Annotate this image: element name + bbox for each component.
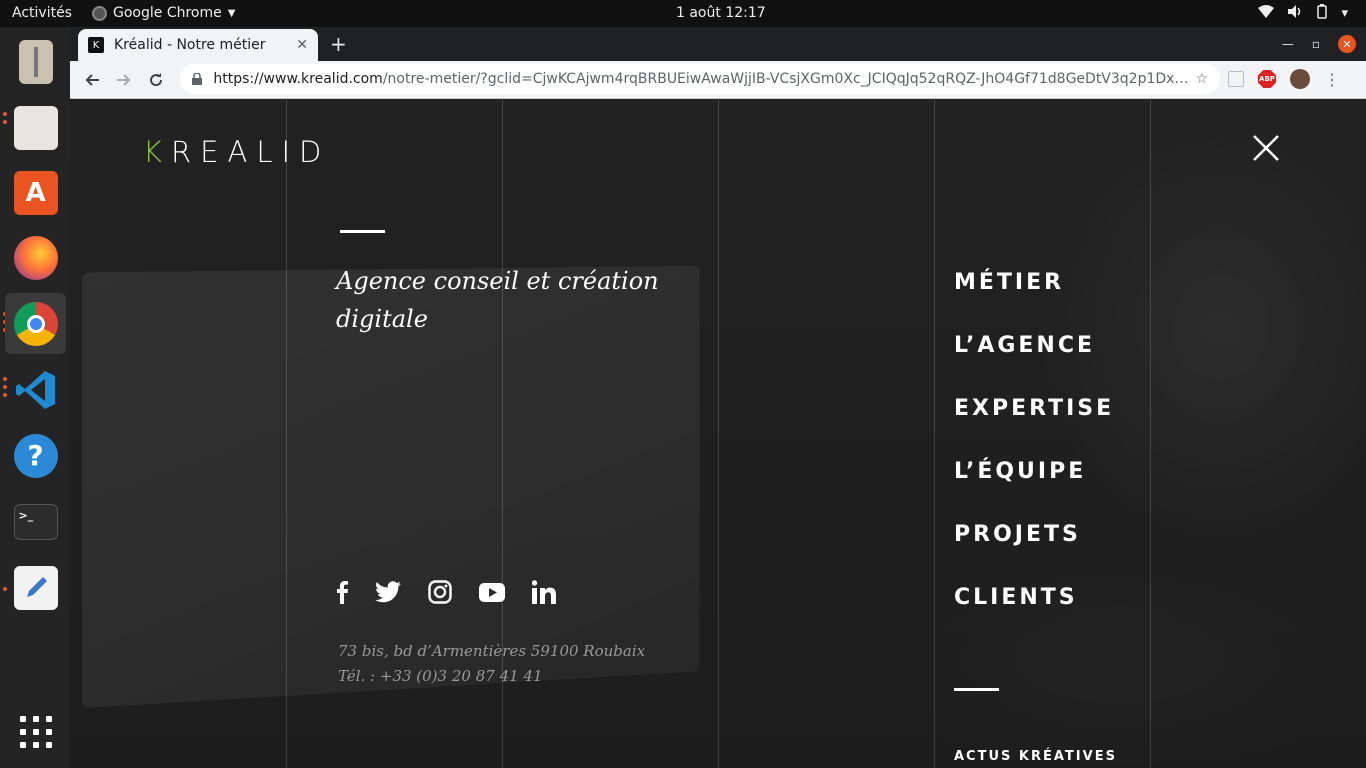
social-links	[336, 579, 556, 605]
folder-icon	[13, 105, 58, 150]
help-icon: ?	[13, 433, 58, 478]
dock: A ? >_	[0, 27, 70, 768]
bookmark-star-icon[interactable]: ☆	[1195, 71, 1208, 87]
caret-down-icon: ▼	[227, 7, 236, 19]
grid-line	[718, 99, 719, 768]
chrome-icon	[13, 301, 58, 346]
browser-toolbar: https://www.krealid.com /notre-metier/?g…	[70, 61, 1366, 99]
app-menu-label: Google Chrome	[113, 5, 222, 21]
forward-button[interactable]	[112, 68, 136, 92]
software-bag-icon: A	[13, 170, 58, 215]
dock-archive-manager[interactable]	[5, 31, 66, 92]
vscode-icon	[14, 368, 58, 412]
dock-text-editor[interactable]	[5, 557, 66, 618]
tab-title: Kréalid - Notre métier	[114, 37, 266, 53]
extension-icon[interactable]	[1228, 71, 1244, 87]
logo-accent: K	[143, 135, 172, 169]
chrome-window: K Kréalid - Notre métier ✕ + — ▫ ✕ https…	[70, 27, 1366, 99]
dock-firefox[interactable]	[5, 227, 66, 288]
dock-terminal[interactable]: >_	[5, 491, 66, 552]
grid-line	[286, 99, 287, 768]
contact-address: 73 bis, bd d’Armentières 59100 Roubaix T…	[338, 639, 645, 689]
minimize-button[interactable]: —	[1282, 37, 1294, 51]
krealid-favicon-icon: K	[88, 37, 104, 53]
archive-icon	[18, 39, 53, 84]
gnome-top-bar: Activités Google Chrome ▼ 1 août 12:17 ▾	[0, 0, 1366, 27]
new-tab-button[interactable]: +	[330, 32, 347, 56]
main-menu: MÉTIER L’AGENCE EXPERTISE L’ÉQUIPE PROJE…	[954, 267, 1114, 645]
address-bar[interactable]: https://www.krealid.com /notre-metier/?g…	[180, 64, 1220, 94]
url-path: /notre-metier/?gclid=CjwKCAjwm4rqBRBUEiw…	[382, 71, 1196, 87]
phone-line: Tél. : +33 (0)3 20 87 41 41	[338, 667, 543, 685]
firefox-icon	[13, 235, 58, 280]
menu-item-equipe[interactable]: L’ÉQUIPE	[954, 456, 1114, 519]
grid-line	[1150, 99, 1151, 768]
extensions-area: ABP ⋮	[1228, 69, 1340, 89]
battery-icon	[1317, 4, 1328, 23]
clock[interactable]: 1 août 12:17	[676, 5, 766, 21]
maximize-button[interactable]: ▫	[1312, 37, 1320, 51]
url-host: https://www.krealid.com	[213, 71, 383, 87]
activities-button[interactable]: Activités	[12, 5, 72, 21]
tab-strip: K Kréalid - Notre métier ✕ + — ▫ ✕	[70, 27, 1366, 61]
grid-icon	[19, 715, 52, 752]
dock-files[interactable]	[5, 97, 66, 158]
back-button[interactable]	[80, 68, 104, 92]
dock-help[interactable]: ?	[5, 425, 66, 486]
dock-vscode[interactable]	[5, 359, 66, 420]
power-menu-icon: ▾	[1341, 6, 1348, 21]
krealid-logo[interactable]: KREALID	[143, 135, 330, 169]
tagline-divider	[340, 230, 385, 233]
menu-item-agence[interactable]: L’AGENCE	[954, 330, 1114, 393]
menu-divider	[954, 688, 999, 691]
instagram-icon[interactable]	[428, 579, 452, 605]
menu-item-clients[interactable]: CLIENTS	[954, 582, 1114, 645]
tab-active[interactable]: K Kréalid - Notre métier ✕	[78, 29, 318, 61]
window-close-button[interactable]: ✕	[1338, 35, 1356, 53]
menu-item-projets[interactable]: PROJETS	[954, 519, 1114, 582]
show-applications-button[interactable]	[5, 703, 66, 764]
adblock-plus-icon[interactable]: ABP	[1258, 70, 1276, 88]
youtube-icon[interactable]	[479, 579, 505, 605]
lock-icon	[192, 72, 203, 85]
text-editor-icon	[13, 565, 58, 610]
dock-google-chrome[interactable]	[5, 293, 66, 354]
krealid-page: KREALID Agence conseil et création digit…	[70, 99, 1366, 768]
chrome-menu-icon[interactable]: ⋮	[1324, 70, 1340, 89]
volume-icon	[1288, 5, 1303, 22]
terminal-icon: >_	[13, 503, 58, 540]
menu-item-expertise[interactable]: EXPERTISE	[954, 393, 1114, 456]
facebook-icon[interactable]	[336, 579, 348, 605]
chrome-mini-icon	[92, 5, 107, 21]
address-line: 73 bis, bd d’Armentières 59100 Roubaix	[338, 642, 646, 660]
profile-avatar[interactable]	[1290, 69, 1310, 89]
close-icon	[1253, 135, 1279, 161]
twitter-icon[interactable]	[375, 579, 401, 605]
menu-item-metier[interactable]: MÉTIER	[954, 267, 1114, 330]
close-menu-button[interactable]	[1250, 132, 1282, 164]
app-menu[interactable]: Google Chrome ▼	[92, 5, 235, 21]
reload-button[interactable]	[144, 68, 168, 92]
linkedin-icon[interactable]	[532, 579, 556, 605]
actus-kreatives-link[interactable]: ACTUS KRÉATIVES	[954, 749, 1117, 764]
wifi-icon	[1258, 5, 1275, 22]
dock-ubuntu-software[interactable]: A	[5, 162, 66, 223]
tab-close-icon[interactable]: ✕	[296, 37, 308, 53]
window-controls: — ▫ ✕	[1282, 35, 1356, 53]
tagline: Agence conseil et création digitale	[336, 267, 659, 333]
grid-line	[934, 99, 935, 768]
logo-text: REALID	[171, 135, 331, 169]
system-tray[interactable]: ▾	[1258, 4, 1348, 23]
